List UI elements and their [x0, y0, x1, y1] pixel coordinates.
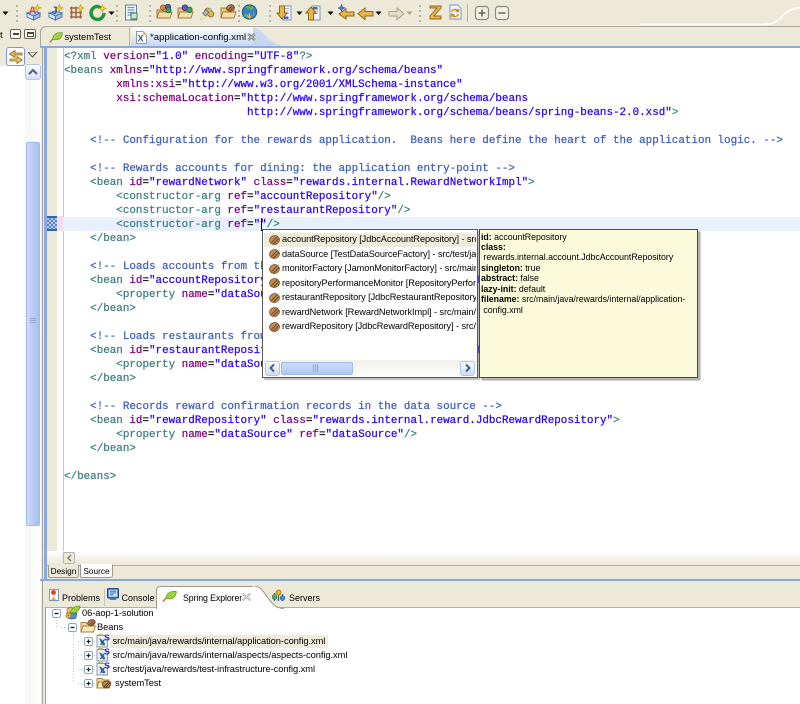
svg-text:S: S [104, 634, 110, 643]
svg-text:A: A [29, 5, 37, 17]
svg-text:X: X [138, 34, 144, 44]
svg-text:S: S [104, 662, 110, 671]
svg-text:S: S [104, 648, 110, 657]
svg-text:J: J [52, 5, 58, 17]
